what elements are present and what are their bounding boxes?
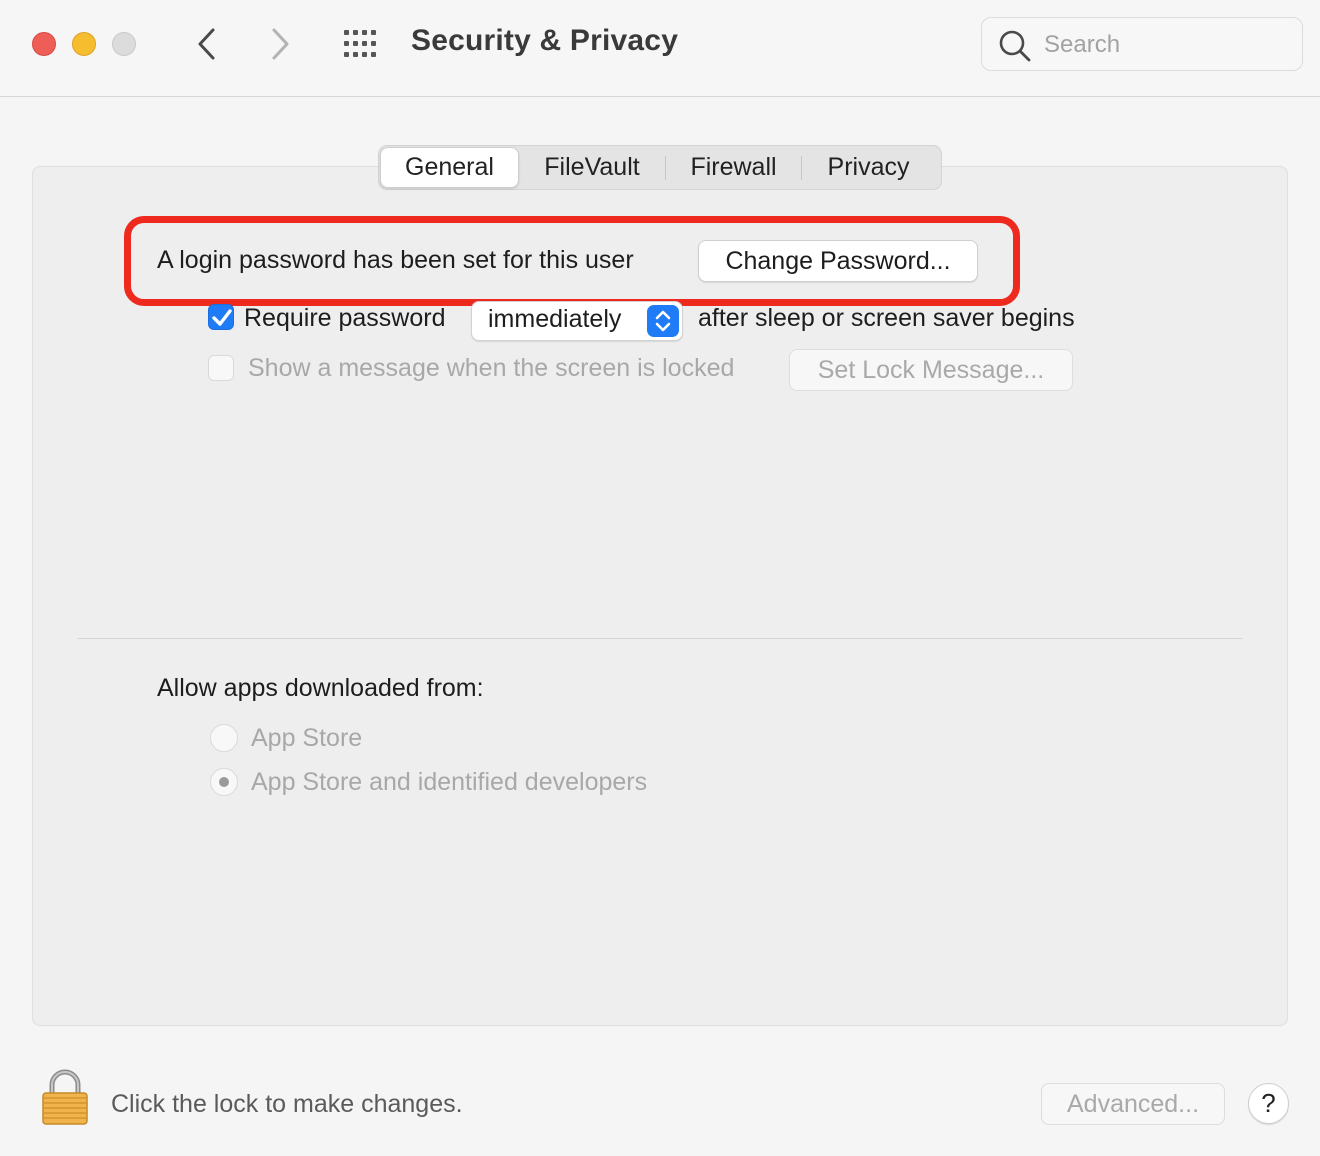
tab-label: Firewall — [690, 153, 777, 181]
radio-app-store-label: App Store — [251, 724, 363, 752]
tab-general[interactable]: General — [380, 147, 519, 188]
padlock-icon — [42, 1069, 88, 1125]
radio-identified-developers-label: App Store and identified developers — [251, 768, 648, 796]
tab-label: Privacy — [827, 153, 910, 181]
select-value: immediately — [488, 305, 622, 333]
tab-label: FileVault — [544, 153, 640, 181]
window-toolbar: Security & Privacy — [0, 0, 1320, 97]
chevron-left-icon — [198, 28, 215, 60]
grid-icon — [344, 30, 376, 57]
search-input[interactable] — [1042, 28, 1282, 62]
require-password-suffix: after sleep or screen saver begins — [698, 304, 1075, 332]
tab-filevault[interactable]: FileVault — [519, 146, 665, 189]
zoom-window-button[interactable] — [112, 32, 136, 56]
allow-apps-heading: Allow apps downloaded from: — [157, 674, 484, 702]
checkmark-icon — [212, 309, 232, 326]
lock-message-label: Show a message when the screen is locked — [248, 354, 735, 382]
radio-identified-developers[interactable] — [210, 768, 238, 796]
highlight-annotation — [124, 216, 1020, 306]
radio-app-store[interactable] — [210, 724, 238, 752]
tab-privacy[interactable]: Privacy — [802, 146, 935, 189]
show-all-preferences-button[interactable] — [342, 28, 382, 60]
tab-label: General — [405, 153, 494, 181]
close-window-button[interactable] — [32, 32, 56, 56]
back-button[interactable] — [188, 24, 228, 64]
forward-button[interactable] — [262, 24, 302, 64]
radio-selected-dot — [219, 777, 229, 787]
lock-status-text: Click the lock to make changes. — [111, 1090, 463, 1118]
chevron-right-icon — [272, 28, 289, 60]
chevron-up-down-icon — [655, 310, 671, 332]
minimize-window-button[interactable] — [72, 32, 96, 56]
require-password-label: Require password — [244, 304, 446, 332]
help-button[interactable]: ? — [1248, 1083, 1289, 1124]
require-password-interval-select[interactable]: immediately — [471, 301, 683, 341]
window-title: Security & Privacy — [411, 24, 679, 57]
select-stepper — [647, 305, 679, 337]
tab-bar: General FileVault Firewall Privacy — [378, 145, 942, 190]
search-icon — [999, 30, 1031, 62]
search-field[interactable] — [981, 17, 1303, 71]
lock-message-checkbox[interactable] — [208, 355, 234, 381]
tab-firewall[interactable]: Firewall — [666, 146, 801, 189]
require-password-checkbox[interactable] — [208, 304, 234, 330]
section-divider — [78, 638, 1242, 639]
set-lock-message-button[interactable]: Set Lock Message... — [789, 349, 1073, 391]
advanced-button[interactable]: Advanced... — [1041, 1083, 1225, 1125]
lock-button[interactable] — [40, 1068, 90, 1126]
